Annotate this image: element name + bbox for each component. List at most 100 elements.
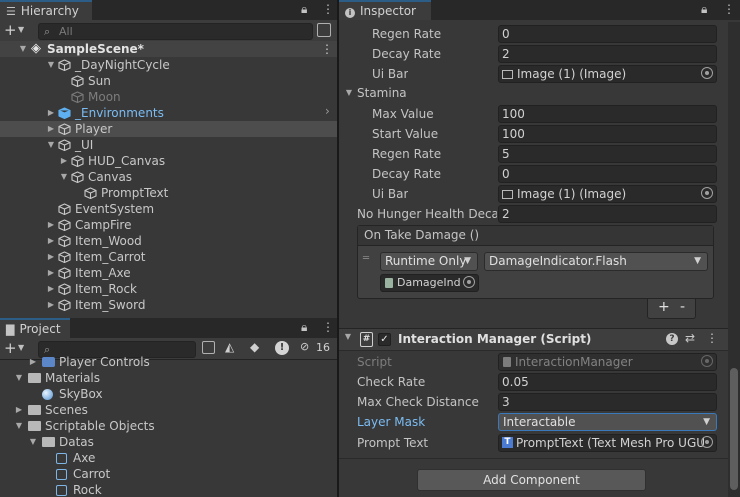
start-value-field[interactable]: 100 (498, 125, 717, 143)
enabled-checkbox[interactable]: ✓ (378, 333, 391, 346)
lock-icon[interactable]: 🔒︎ (701, 2, 707, 17)
lock-icon[interactable]: 🔒︎ (301, 2, 307, 17)
check-rate-field[interactable]: 0.05 (498, 373, 717, 391)
collapse-chevron-icon[interactable]: › (325, 104, 330, 118)
more-menu-icon[interactable]: ⋮ (322, 2, 334, 16)
add-listener-button[interactable]: + (658, 299, 670, 315)
expand-arrow-icon[interactable]: ▶ (46, 249, 56, 265)
expand-arrow-icon[interactable]: ▼ (14, 370, 24, 386)
prompt-text-object-field[interactable]: T PromptText (Text Mesh Pro UGU (498, 434, 717, 452)
project-item[interactable]: ▶ Player Controls (0, 354, 337, 370)
help-icon[interactable]: ? (666, 333, 678, 345)
hierarchy-item[interactable]: ▶ Item_Carrot (0, 249, 337, 265)
hierarchy-item[interactable]: PromptText (0, 185, 337, 201)
stamina-foldout[interactable]: ▼ Stamina (339, 83, 730, 103)
presets-icon[interactable]: ⇄ (685, 331, 695, 345)
runtime-mode-dropdown[interactable]: Runtime Only ▼ (380, 252, 478, 271)
expand-arrow-icon[interactable]: ▶ (46, 233, 56, 249)
hierarchy-item[interactable]: ▶ CampFire (0, 217, 337, 233)
expand-arrow-icon[interactable]: ▼ (46, 57, 56, 73)
hierarchy-item[interactable]: ▼ _DayNightCycle (0, 57, 337, 73)
scrollbar-thumb[interactable] (730, 368, 738, 490)
project-item[interactable]: SkyBox (0, 386, 337, 402)
expand-arrow-icon[interactable]: ▶ (46, 217, 56, 233)
expand-arrow-icon[interactable]: ▶ (46, 297, 56, 313)
hierarchy-item[interactable]: Moon (0, 89, 337, 105)
no-hunger-decay-field[interactable]: 2 (498, 205, 717, 223)
console-warning-icon[interactable]: ! (275, 341, 289, 355)
object-picker-icon[interactable] (701, 187, 713, 199)
event-function-dropdown[interactable]: DamageIndicator.Flash ▼ (484, 252, 708, 271)
more-menu-icon[interactable]: ⋮ (723, 2, 735, 16)
hierarchy-item[interactable]: ▼ _UI (0, 137, 337, 153)
regen-rate-field[interactable]: 0 (498, 25, 717, 43)
remove-listener-button[interactable]: - (680, 299, 685, 315)
component-menu-icon[interactable]: ⋮ (706, 331, 718, 345)
expand-arrow-icon[interactable]: ▶ (46, 265, 56, 281)
project-item[interactable]: Rock (0, 482, 337, 497)
hidden-packages-icon[interactable]: ⊘ (300, 340, 309, 353)
expand-arrow-icon[interactable]: ▼ (46, 137, 56, 153)
hierarchy-item[interactable]: ▶ HUD_Canvas (0, 153, 337, 169)
decay-rate-field[interactable]: 2 (498, 45, 717, 63)
hierarchy-item[interactable]: ▶ Item_Sword (0, 297, 337, 313)
project-item[interactable]: ▼ Scriptable Objects (0, 418, 337, 434)
max-value-field[interactable]: 100 (498, 105, 717, 123)
project-item[interactable]: ▼ Materials (0, 370, 337, 386)
filter-label-icon[interactable]: ◆ (250, 340, 259, 354)
hierarchy-search-input[interactable]: ⌕ All (38, 23, 313, 40)
hierarchy-item[interactable]: Sun (0, 73, 337, 89)
expand-arrow-icon[interactable]: ▼ (18, 41, 28, 57)
hierarchy-item[interactable]: ▼ Canvas (0, 169, 337, 185)
scene-row[interactable]: ▼ ◈ SampleScene* ⋮ (0, 41, 337, 57)
ui-bar-object-field[interactable]: Image (1) (Image) (498, 185, 717, 203)
hierarchy-tab[interactable]: ☰ Hierarchy (0, 0, 92, 20)
filter-type-icon[interactable]: ◭ (225, 340, 234, 354)
expand-arrow-icon[interactable]: ▼ (344, 83, 354, 103)
hierarchy-item[interactable]: ▶ Item_Axe (0, 265, 337, 281)
expand-arrow-icon[interactable]: ▼ (59, 169, 69, 185)
hierarchy-item[interactable]: ▶ Item_Wood (0, 233, 337, 249)
project-item[interactable]: Carrot (0, 466, 337, 482)
hierarchy-item[interactable]: ▶ Player (0, 121, 337, 137)
component-header[interactable]: ▼ # ✓ Interaction Manager (Script) ? ⇄ ⋮ (339, 329, 730, 351)
scene-picker-icon[interactable] (317, 23, 331, 37)
drag-handle-icon[interactable]: ═ (363, 253, 369, 264)
expand-arrow-icon[interactable]: ▶ (46, 121, 56, 137)
decay-rate-field[interactable]: 0 (498, 165, 717, 183)
lock-icon[interactable]: 🔒︎ (301, 320, 307, 335)
expand-arrow-icon[interactable]: ▶ (59, 153, 69, 169)
object-picker-icon[interactable] (701, 67, 713, 79)
search-scope-icon[interactable] (202, 341, 215, 354)
expand-arrow-icon[interactable]: ▶ (14, 402, 24, 418)
expand-arrow-icon[interactable]: ▼ (14, 418, 24, 434)
scene-menu-icon[interactable]: ⋮ (321, 41, 333, 57)
inspector-tab[interactable]: i Inspector (339, 0, 431, 20)
dropdown-arrow-icon[interactable]: ▼ (18, 343, 24, 352)
ui-bar-object-field[interactable]: Image (1) (Image) (498, 65, 717, 83)
project-item[interactable]: ▼ Datas (0, 434, 337, 450)
add-component-button[interactable]: Add Component (417, 469, 646, 491)
expand-arrow-icon[interactable]: ▶ (46, 281, 56, 297)
expand-arrow-icon[interactable]: ▼ (28, 434, 38, 450)
event-target-field[interactable]: DamageInd (380, 274, 479, 292)
hierarchy-item[interactable]: EventSystem (0, 201, 337, 217)
hierarchy-item[interactable]: ▶ Item_Rock (0, 281, 337, 297)
hierarchy-item[interactable]: ▶ _Environments (0, 105, 337, 121)
inspector-scrollbar[interactable] (728, 22, 740, 497)
property-ui-bar-2: Ui Bar Image (1) (Image) (339, 184, 730, 204)
expand-arrow-icon[interactable]: ▶ (28, 354, 38, 370)
project-tab[interactable]: ▇ Project (0, 318, 70, 338)
expand-arrow-icon[interactable]: ▶ (46, 105, 56, 121)
more-menu-icon[interactable]: ⋮ (322, 320, 334, 334)
add-icon[interactable]: + (4, 21, 17, 39)
dropdown-arrow-icon[interactable]: ▼ (18, 25, 24, 34)
regen-rate-field[interactable]: 5 (498, 145, 717, 163)
project-item[interactable]: Axe (0, 450, 337, 466)
max-check-distance-field[interactable]: 3 (498, 393, 717, 411)
object-picker-icon[interactable] (701, 436, 713, 448)
object-picker-icon[interactable] (463, 276, 475, 288)
project-item[interactable]: ▶ Scenes (0, 402, 337, 418)
expand-arrow-icon[interactable]: ▼ (343, 332, 353, 341)
layer-mask-dropdown[interactable]: Interactable ▼ (498, 413, 717, 431)
